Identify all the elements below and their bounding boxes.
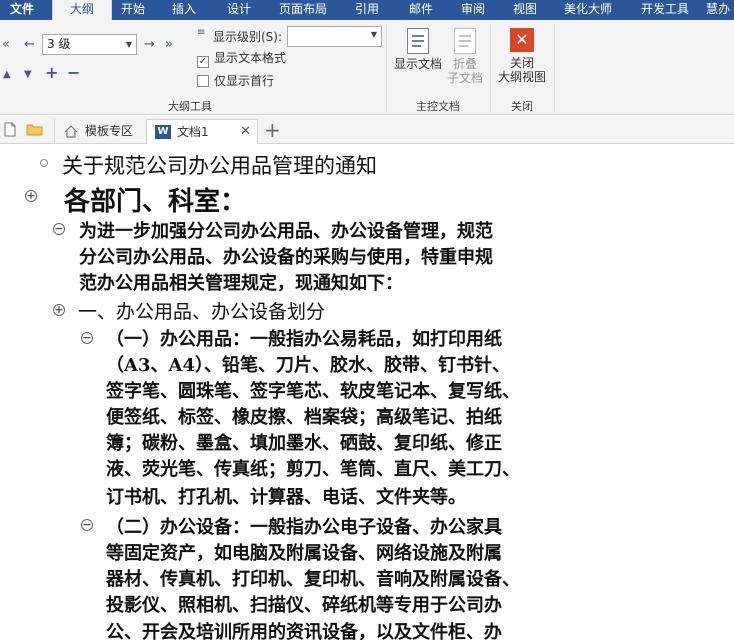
doc-text-line: （A3、A4）、铅笔、刀片、胶水、胶带、钉书针、: [106, 355, 510, 376]
tab-beautify-master[interactable]: 美化大师: [556, 0, 620, 20]
master-document-label: 主控文档: [416, 100, 460, 113]
show-text-format-checkbox[interactable]: ✓ 显示文本格式: [197, 51, 287, 68]
show-text-format-label: 显示文本格式: [214, 51, 287, 65]
doc-heading-line: 各部门、科室：: [64, 187, 247, 217]
outline-level-select[interactable]: 3 级 ▼: [42, 34, 137, 55]
move-down-icon[interactable]: ▼: [24, 68, 32, 82]
doc-text-line: 范办公用品相关管理规定，现通知如下：: [79, 273, 403, 294]
collapse-subdoc-label-1: 折叠: [452, 57, 477, 71]
doc-title-line: 关于规范公司办公用品管理的通知: [62, 154, 377, 178]
promote-icon[interactable]: ←: [24, 38, 35, 52]
move-up-icon[interactable]: ▲: [3, 68, 11, 82]
show-first-line-label: 仅显示首行: [214, 74, 275, 88]
group-separator: [386, 24, 387, 112]
collapse-subdocuments-button[interactable]: 折叠 子文档: [445, 28, 485, 85]
demote-icon[interactable]: →: [144, 38, 155, 52]
tab-huiban[interactable]: 慧办: [706, 0, 734, 20]
close-group-label: 关闭: [511, 100, 533, 113]
doc-text-line: 液、荧光笔、传真纸；剪刀、笔筒、直尺、美工刀、: [106, 459, 520, 480]
doc-tab-document1[interactable]: W 文档1 ✕: [146, 119, 258, 144]
doc-text-line: 器材、传真机、打印机、复印机、音响及附属设备、: [106, 569, 520, 590]
chevron-down-icon: ▼: [125, 40, 132, 49]
document-body[interactable]: 关于规范公司办公用品管理的通知 + 各部门、科室： − 为进一步加强分公司办公用…: [0, 145, 734, 640]
collapse-outline-icon[interactable]: −: [53, 223, 65, 235]
show-first-line-checkbox[interactable]: 仅显示首行: [197, 74, 274, 90]
tab-references[interactable]: 引用: [344, 0, 390, 20]
tab-review[interactable]: 审阅: [450, 0, 496, 20]
doc-tab-document1-label: 文档1: [177, 125, 209, 139]
tab-view[interactable]: 视图: [502, 0, 548, 20]
close-outline-label-1: 关闭: [509, 56, 534, 70]
show-document-label: 显示文档: [393, 57, 442, 71]
doc-text-line: 分公司办公用品、办公设备的采购与使用，特重申规: [79, 247, 493, 268]
expand-outline-icon[interactable]: +: [25, 190, 37, 202]
chevron-down-icon: ▼: [370, 30, 377, 39]
show-document-button[interactable]: 显示文档: [392, 28, 444, 71]
group-separator: [554, 24, 555, 112]
expand-icon[interactable]: +: [45, 65, 58, 81]
demote-to-body-icon[interactable]: »: [165, 38, 173, 52]
new-tab-icon[interactable]: +: [264, 118, 281, 142]
doc-text-line: 公、开会及培训所用的资讯设备，以及文件柜、办: [106, 622, 502, 640]
outline-tools-label: 大纲工具: [168, 100, 212, 113]
tab-page-layout[interactable]: 页面布局: [272, 0, 334, 20]
collapse-subdoc-label-2: 子文档: [446, 71, 483, 85]
doc-text-line: （二）办公设备：一般指办公电子设备、办公家具: [106, 517, 502, 538]
doc-text-line: （一）办公用品：一般指办公易耗品，如打印用纸: [106, 329, 502, 350]
close-outline-view-button[interactable]: ✕ 关闭 大纲视图: [494, 28, 550, 84]
word-icon: W: [155, 125, 171, 139]
doc-tab-template-zone-label: 模板专区: [85, 124, 134, 138]
doc-text-line: 投影仪、照相机、扫描仪、碎纸机等专用于公司办: [106, 595, 502, 616]
checkmark-icon: ✓: [197, 56, 209, 68]
doc-text-line: 等固定资产，如电脑及附属设备、网络设施及附属: [106, 543, 502, 564]
close-icon: ✕: [510, 28, 534, 52]
new-file-icon[interactable]: [4, 122, 16, 137]
doc-text-line: 为进一步加强分公司办公用品、办公设备管理，规范: [79, 221, 493, 242]
outline-level-value: 3 级: [47, 37, 71, 51]
show-level-label: 显示级别(S):: [213, 30, 283, 44]
close-tab-icon[interactable]: ✕: [240, 120, 251, 144]
collapse-icon[interactable]: −: [67, 65, 80, 81]
collapse-outline-icon[interactable]: −: [81, 519, 93, 531]
group-separator: [490, 24, 491, 112]
promote-to-heading1-icon[interactable]: «: [2, 38, 10, 52]
ribbon-panel: « ← 3 级 ▼ → » ▲ ▼ + − ≡ 显示级别(S): ▼ ✓ 显示文本…: [0, 20, 734, 115]
expand-outline-icon[interactable]: +: [53, 304, 65, 316]
document-tab-row: 模板专区 W 文档1 ✕ +: [0, 116, 734, 144]
outline-dot-icon: [40, 159, 48, 167]
tab-mailings[interactable]: 邮件: [398, 0, 444, 20]
home-icon: [64, 125, 78, 138]
tab-file[interactable]: 文件: [0, 0, 44, 20]
collapse-document-icon: [454, 28, 476, 54]
doc-text-line: 签字笔、圆珠笔、签字笔芯、软皮笔记本、复写纸、: [106, 381, 520, 402]
checkbox-empty-icon: [197, 75, 209, 87]
tab-design[interactable]: 设计: [214, 0, 264, 20]
doc-text-line: 簿；碳粉、墨盒、填加墨水、硒鼓、复印纸、修正: [106, 433, 502, 454]
tab-insert[interactable]: 插入: [160, 0, 208, 20]
doc-text-line: 便签纸、标签、橡皮擦、档案袋；高级笔记、拍纸: [106, 407, 502, 428]
close-outline-label-2: 大纲视图: [497, 70, 546, 84]
doc-section-line: 一、办公用品、办公设备划分: [78, 301, 326, 323]
collapse-outline-icon[interactable]: −: [81, 332, 93, 344]
ribbon-tab-bar: 文件 大纲 开始 插入 设计 页面布局 引用 邮件 审阅 视图 美化大师 开发工…: [0, 0, 734, 21]
tab-outline[interactable]: 大纲: [52, 0, 112, 21]
tab-developer[interactable]: 开发工具: [634, 0, 696, 20]
doc-text-line: 订书机、打孔机、计算器、电话、文件夹等。: [106, 487, 466, 508]
doc-tab-template-zone[interactable]: 模板专区: [54, 119, 144, 144]
tab-home[interactable]: 开始: [112, 0, 154, 20]
show-level-select[interactable]: ▼: [287, 26, 382, 47]
show-level-icon: ≡: [197, 27, 206, 38]
document-icon: [407, 28, 429, 54]
folder-icon[interactable]: [26, 123, 43, 136]
